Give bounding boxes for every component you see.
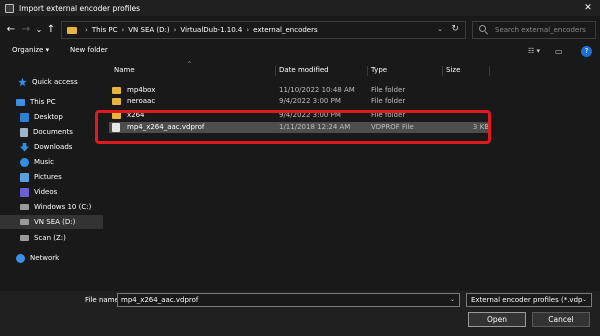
chevron-down-icon[interactable]: ⌄ bbox=[450, 296, 455, 303]
file-name: neroaac bbox=[127, 97, 156, 105]
navigation-pane: Quick access This PC Desktop Documents D… bbox=[0, 61, 103, 291]
sort-arrow-icon: ^ bbox=[187, 61, 193, 68]
search-icon bbox=[479, 25, 489, 35]
file-name: mp4box bbox=[127, 86, 156, 94]
close-button[interactable]: ✕ bbox=[582, 2, 594, 14]
organize-button[interactable]: Organize ▾ bbox=[12, 46, 49, 54]
column-header-type[interactable]: Type bbox=[371, 66, 387, 74]
sidebar-item-label: Quick access bbox=[32, 78, 78, 86]
new-folder-button[interactable]: New folder bbox=[70, 46, 108, 54]
highlight-annotation bbox=[95, 110, 491, 144]
breadcrumb-drive[interactable]: VN SEA (D:) bbox=[128, 26, 169, 34]
folder-icon bbox=[112, 87, 121, 94]
sidebar-item-label: Desktop bbox=[34, 113, 63, 121]
column-divider[interactable] bbox=[489, 66, 490, 76]
file-type-filter-value: External encoder profiles (*.vdp bbox=[471, 296, 583, 304]
sidebar-item-label: Documents bbox=[33, 128, 73, 136]
sidebar-item-label: Windows 10 (C:) bbox=[34, 203, 92, 211]
sidebar-item-label: Videos bbox=[34, 188, 58, 196]
folder-icon bbox=[67, 26, 77, 34]
documents-icon bbox=[20, 127, 28, 137]
file-name-input[interactable] bbox=[121, 296, 441, 304]
desktop-icon bbox=[20, 112, 29, 122]
sidebar-item-music[interactable]: Music bbox=[0, 155, 103, 169]
dialog-footer: File name: ⌄ External encoder profiles (… bbox=[0, 291, 600, 336]
column-header-date-modified[interactable]: Date modified bbox=[279, 66, 329, 74]
breadcrumb-separator: › bbox=[246, 26, 250, 34]
open-button[interactable]: Open bbox=[468, 312, 526, 327]
network-icon bbox=[16, 253, 25, 263]
sidebar-item-label: VN SEA (D:) bbox=[34, 218, 76, 226]
sidebar-item-desktop[interactable]: Desktop bbox=[0, 110, 103, 124]
column-divider[interactable] bbox=[275, 66, 276, 76]
drive-icon bbox=[20, 219, 29, 225]
breadcrumb-separator: › bbox=[173, 26, 177, 34]
computer-icon bbox=[16, 98, 25, 106]
file-list: ^ Name Date modified Type Size mp4box 11… bbox=[105, 61, 600, 291]
command-bar: Organize ▾ New folder ☷ ▾ ▭ ? bbox=[0, 43, 600, 61]
sidebar-item-label: Music bbox=[34, 158, 54, 166]
sidebar-item-label: This PC bbox=[30, 98, 56, 106]
sidebar-item-downloads[interactable]: Downloads bbox=[0, 140, 103, 154]
file-row[interactable]: neroaac 9/4/2022 3:00 PM File folder bbox=[109, 96, 489, 107]
up-button[interactable]: ↑ bbox=[44, 23, 58, 37]
refresh-icon[interactable]: ↻ bbox=[451, 24, 459, 34]
drive-icon bbox=[20, 204, 29, 210]
breadcrumb-virtualdub[interactable]: VirtualDub-1.10.4 bbox=[180, 26, 242, 34]
sidebar-item-videos[interactable]: Videos bbox=[0, 185, 103, 199]
music-icon bbox=[20, 157, 29, 167]
column-header-name[interactable]: Name bbox=[114, 66, 135, 74]
column-header-size[interactable]: Size bbox=[446, 66, 460, 74]
downloads-icon bbox=[20, 142, 29, 152]
file-type: File folder bbox=[371, 97, 406, 105]
sidebar-item-quick-access[interactable]: Quick access bbox=[0, 75, 103, 89]
network-drive-icon bbox=[20, 235, 29, 241]
sidebar-item-label: Network bbox=[30, 254, 60, 262]
preview-pane-button[interactable]: ▭ bbox=[555, 47, 563, 56]
sidebar-item-network[interactable]: Network bbox=[0, 251, 103, 265]
sidebar-item-windows-c[interactable]: Windows 10 (C:) bbox=[0, 200, 103, 214]
chevron-down-icon[interactable]: ⌄ bbox=[582, 296, 587, 303]
app-icon bbox=[5, 3, 14, 13]
back-button[interactable]: ← bbox=[4, 23, 18, 37]
forward-button[interactable]: → bbox=[19, 23, 33, 37]
sidebar-item-documents[interactable]: Documents bbox=[0, 125, 103, 139]
sidebar-item-pictures[interactable]: Pictures bbox=[0, 170, 103, 184]
view-options-button[interactable]: ☷ ▾ bbox=[528, 47, 540, 55]
search-input[interactable] bbox=[495, 26, 595, 34]
file-row[interactable]: mp4box 11/10/2022 10:48 AM File folder bbox=[109, 85, 489, 96]
file-type-filter[interactable]: External encoder profiles (*.vdp ⌄ bbox=[466, 293, 592, 307]
sidebar-item-label: Downloads bbox=[34, 143, 73, 151]
navigation-bar: ← → ⌄ ↑ › This PC › VN SEA (D:) › Virtua… bbox=[0, 16, 600, 43]
breadcrumb-separator: › bbox=[121, 26, 125, 34]
sidebar-item-label: Scan (Z:) bbox=[34, 234, 66, 242]
address-dropdown-icon[interactable]: ⌄ bbox=[437, 25, 443, 33]
file-name-combobox[interactable]: ⌄ bbox=[117, 293, 460, 307]
sidebar-item-this-pc[interactable]: This PC bbox=[0, 95, 103, 109]
file-name-label: File name: bbox=[85, 296, 122, 304]
column-divider[interactable] bbox=[442, 66, 443, 76]
videos-icon bbox=[20, 187, 29, 197]
sidebar-item-label: Pictures bbox=[34, 173, 62, 181]
address-bar[interactable]: › This PC › VN SEA (D:) › VirtualDub-1.1… bbox=[61, 21, 466, 39]
star-icon bbox=[18, 77, 27, 87]
search-box[interactable] bbox=[472, 21, 596, 39]
sidebar-item-scan-z[interactable]: Scan (Z:) bbox=[0, 231, 103, 245]
breadcrumb-separator: › bbox=[85, 26, 88, 34]
column-divider[interactable] bbox=[367, 66, 368, 76]
file-date: 11/10/2022 10:48 AM bbox=[279, 86, 355, 94]
file-type: File folder bbox=[371, 86, 406, 94]
file-date: 9/4/2022 3:00 PM bbox=[279, 97, 341, 105]
title-bar: Import external encoder profiles ✕ bbox=[0, 0, 600, 16]
sidebar-item-vn-sea-d[interactable]: VN SEA (D:) bbox=[0, 215, 103, 229]
pictures-icon bbox=[20, 172, 29, 182]
help-icon[interactable]: ? bbox=[581, 46, 592, 57]
breadcrumb-this-pc[interactable]: This PC bbox=[92, 26, 118, 34]
window-title: Import external encoder profiles bbox=[19, 3, 141, 13]
folder-icon bbox=[112, 98, 121, 105]
breadcrumb-external-encoders[interactable]: external_encoders bbox=[253, 26, 317, 34]
cancel-button[interactable]: Cancel bbox=[532, 312, 590, 327]
